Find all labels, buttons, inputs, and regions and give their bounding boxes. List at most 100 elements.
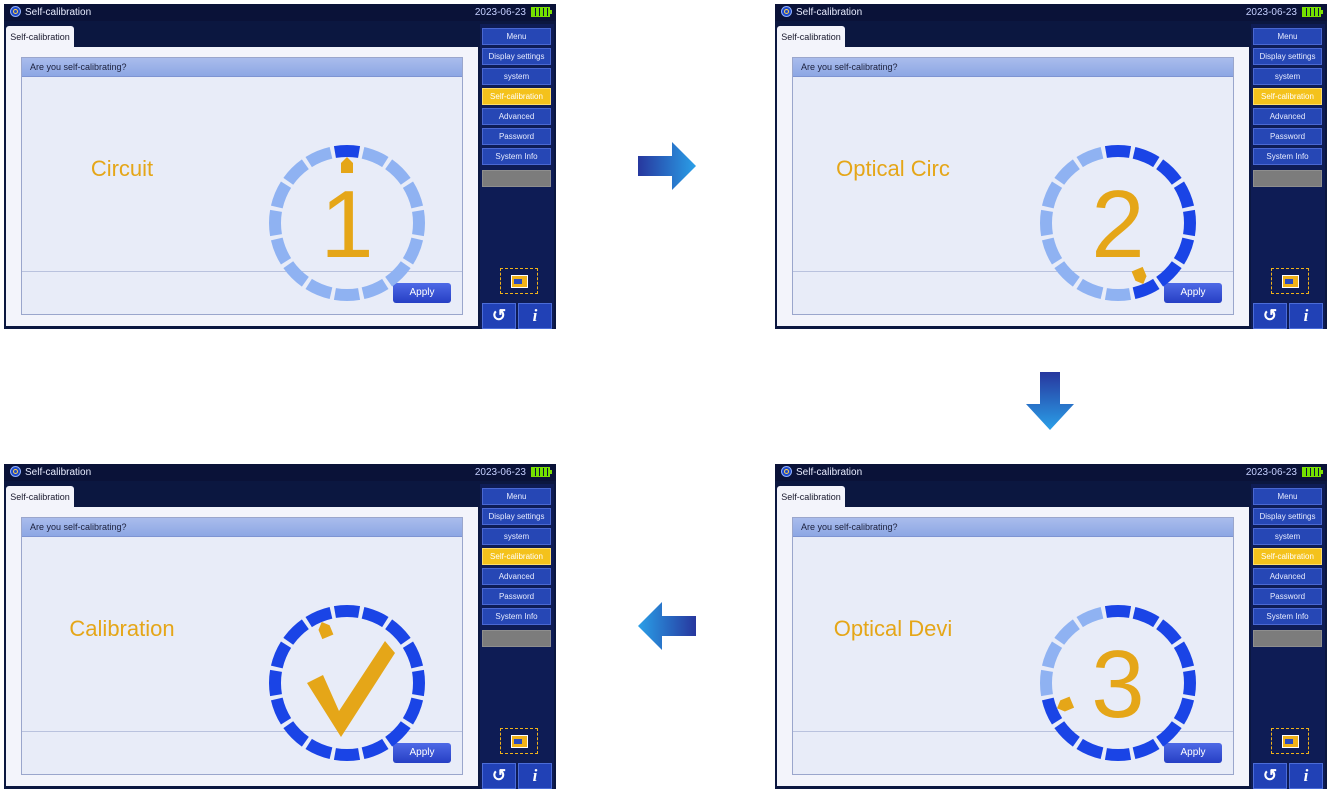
sidebar-item-empty[interactable] [482,170,551,187]
sidebar-item-advanced[interactable]: Advanced [482,108,551,125]
tab-self-calibration[interactable]: Self-calibration [777,486,845,508]
app-logo-icon [10,466,21,477]
tab-self-calibration[interactable]: Self-calibration [6,26,74,48]
ring-segment [402,641,424,669]
step-label-text: Optical Circ [836,156,950,181]
info-button[interactable]: i [1289,303,1323,329]
sidebar-menu: Menu Display settings system Self-calibrati… [480,24,554,329]
content-panel: Are you self-calibrating? Circuit Apply … [6,47,478,326]
tab-self-calibration[interactable]: Self-calibration [777,26,845,48]
sidebar-item-system[interactable]: system [482,528,551,545]
sidebar-item-password[interactable]: Password [482,588,551,605]
window-title: Self-calibration [796,467,863,478]
progress-ring: 1 [269,145,425,301]
info-button[interactable]: i [518,303,552,329]
step-label-text: Optical Devi [833,616,953,641]
back-button[interactable]: ↺ [482,763,516,789]
battery-icon [531,467,552,477]
window-title: Self-calibration [25,7,92,18]
screenshot-icon[interactable] [1271,728,1309,754]
ring-segment [1156,261,1182,287]
sidebar-item-password[interactable]: Password [482,128,551,145]
info-button[interactable]: i [518,763,552,789]
sidebar-item-menu[interactable]: Menu [1253,488,1322,505]
ring-segment [385,261,411,287]
sidebar-item-password[interactable]: Password [1253,128,1322,145]
screenshot-icon[interactable] [1271,268,1309,294]
sidebar-item-display-settings[interactable]: Display settings [1253,508,1322,525]
arrow-right-icon [638,142,696,190]
window-title: Self-calibration [25,467,92,478]
sidebar-item-system-info[interactable]: System Info [1253,608,1322,625]
sidebar-item-password[interactable]: Password [1253,588,1322,605]
screenshot-icon[interactable] [500,728,538,754]
info-button[interactable]: i [1289,763,1323,789]
sidebar-item-system-info[interactable]: System Info [482,608,551,625]
date-display: 2023-06-23 [1245,467,1297,478]
ring-segment [1041,237,1063,265]
arrow-left-icon [638,602,696,650]
date-display: 2023-06-23 [474,467,526,478]
sidebar-item-system-info[interactable]: System Info [1253,148,1322,165]
back-button[interactable]: ↺ [482,303,516,329]
title-bar: Self-calibration 2023-06-23 [775,464,1327,481]
title-bar: Self-calibration 2023-06-23 [775,4,1327,21]
sidebar-item-system[interactable]: system [1253,528,1322,545]
sidebar-item-empty[interactable] [1253,170,1322,187]
question-header: Are you self-calibrating? [22,518,462,537]
ring-segment [269,209,282,237]
ring-segment [270,641,292,669]
ring-segment [361,146,389,168]
sidebar-item-system[interactable]: system [1253,68,1322,85]
ring-segment [333,288,361,301]
sidebar-menu: Menu Display settings system Self-calibrati… [1251,24,1325,329]
ring-segment [333,748,361,761]
sidebar-item-system[interactable]: system [482,68,551,85]
ring-segment [412,669,425,697]
ring-segment [412,209,425,237]
ring-segment [333,605,361,618]
sidebar-item-display-settings[interactable]: Display settings [482,48,551,65]
sidebar-item-empty[interactable] [1253,630,1322,647]
sidebar-item-system-info[interactable]: System Info [482,148,551,165]
ring-segment [1104,145,1132,158]
ring-segment [361,278,389,300]
ring-segment [1173,641,1195,669]
screenshot-icon[interactable] [500,268,538,294]
sidebar-item-advanced[interactable]: Advanced [1253,568,1322,585]
content-panel: Are you self-calibrating? Calibration Ap… [6,507,478,786]
ring-segment [385,159,411,185]
back-button[interactable]: ↺ [1253,763,1287,789]
ring-segment [1076,606,1104,628]
ring-segment [1183,669,1196,697]
sidebar-menu: Menu Display settings system Self-calibrati… [1251,484,1325,789]
sidebar-item-self-calibration[interactable]: Self-calibration [1253,88,1322,105]
ring-segment [1132,278,1160,300]
sidebar-item-display-settings[interactable]: Display settings [482,508,551,525]
ring-segment [1173,181,1195,209]
screen-step-2: Self-calibration 2023-06-23 Self-calibra… [775,4,1327,329]
sidebar-item-display-settings[interactable]: Display settings [1253,48,1322,65]
ring-segment [1054,261,1080,287]
app-logo-icon [781,466,792,477]
sidebar-item-menu[interactable]: Menu [482,28,551,45]
sidebar-item-menu[interactable]: Menu [1253,28,1322,45]
title-bar: Self-calibration 2023-06-23 [4,4,556,21]
sidebar-item-self-calibration[interactable]: Self-calibration [482,88,551,105]
back-button[interactable]: ↺ [1253,303,1287,329]
tab-self-calibration[interactable]: Self-calibration [6,486,74,508]
sidebar-menu: Menu Display settings system Self-calibrati… [480,484,554,789]
ring-segment [1156,619,1182,645]
sidebar-item-self-calibration[interactable]: Self-calibration [1253,548,1322,565]
ring-segment [305,606,333,628]
ring-segment [1076,278,1104,300]
sidebar-item-empty[interactable] [482,630,551,647]
sidebar-item-self-calibration[interactable]: Self-calibration [482,548,551,565]
app-logo-icon [781,6,792,17]
ring-segment [1040,669,1053,697]
sidebar-item-menu[interactable]: Menu [482,488,551,505]
sidebar-item-advanced[interactable]: Advanced [1253,108,1322,125]
title-bar: Self-calibration 2023-06-23 [4,464,556,481]
progress-ring [269,605,425,761]
sidebar-item-advanced[interactable]: Advanced [482,568,551,585]
